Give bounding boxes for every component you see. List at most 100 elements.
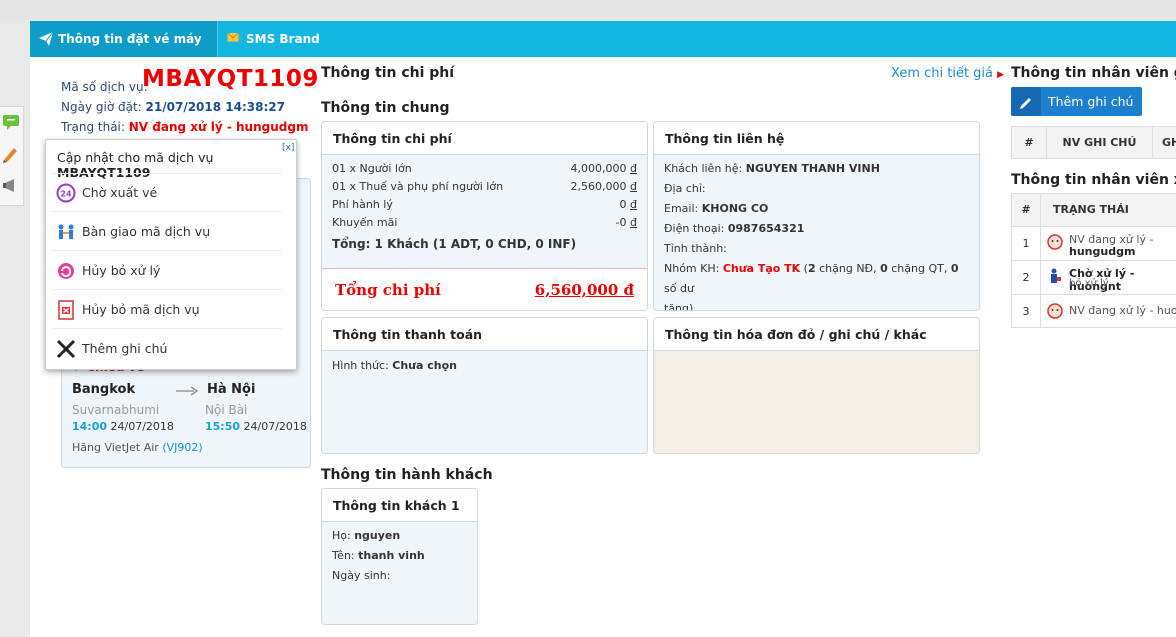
busy-face-icon	[1047, 303, 1063, 319]
row-num: 2	[1012, 261, 1041, 295]
chat-icon[interactable]	[2, 113, 20, 131]
departure: 14:00 24/07/2018	[72, 420, 174, 433]
from-airport: Suvarnabhumi	[72, 403, 160, 417]
total-cost-label: Tổng chi phí	[335, 281, 441, 299]
group-balance-count: 0	[950, 262, 959, 275]
invoice-card-title: Thông tin hóa đơn đỏ / ghi chú / khác	[654, 318, 979, 351]
contact-name-row: Khách liên hệ: NGUYEN THANH VINH	[664, 159, 969, 179]
dep-date: 24/07/2018	[110, 420, 174, 433]
notes-col-staff: NV GHI CHÚ	[1047, 127, 1153, 158]
price-detail-label: Xem chi tiết giá	[891, 66, 994, 81]
megaphone-icon[interactable]	[2, 177, 20, 195]
arr-time: 15:50	[205, 420, 241, 433]
service-code-label: Mã số dịch vụ:	[61, 80, 148, 94]
contact-phone-row: Điện thoại: 0987654321	[664, 219, 969, 239]
contact-province-row: Tỉnh thành:	[664, 239, 969, 259]
payment-method-label: Hình thức:	[332, 359, 389, 372]
total-passengers: Tổng: 1 Khách (1 ADT, 0 CHD, 0 INF)	[332, 237, 577, 251]
to-airport: Nội Bài	[205, 403, 248, 417]
menu-cancel-service[interactable]: Hủy bỏ mã dịch vụ	[52, 290, 282, 329]
cost-card-title: Thông tin chi phí	[322, 122, 647, 155]
contact-group-label: Nhóm KH:	[664, 262, 720, 275]
arrow-right-icon	[176, 384, 199, 398]
handover-icon	[58, 224, 74, 239]
contact-province-label: Tỉnh thành:	[664, 242, 727, 255]
cost-lines: 01 x Người lớn 4,000,000 đ 01 x Thuế và p…	[322, 155, 647, 268]
payment-body: Hình thức: Chưa chọn	[322, 351, 647, 453]
tab-flight-booking[interactable]: Thông tin đặt vé máy bay	[30, 21, 218, 82]
invoice-card: Thông tin hóa đơn đỏ / ghi chú / khác	[653, 317, 980, 454]
airline: Hãng VietJet Air (VJ902)	[72, 441, 203, 454]
table-row: 2 Chờ xử lý - huongnt bỏ xử lý	[1012, 261, 1176, 295]
edit-tools-icon[interactable]	[2, 145, 20, 163]
passenger-first-row: Tên: thanh vinh	[332, 546, 467, 566]
flight-number[interactable]: (VJ902)	[162, 441, 202, 454]
cost-line-value: 4,000,000 đ	[570, 162, 637, 175]
order-date: 21/07/2018 14:38:27	[145, 100, 285, 114]
cost-line-label: 01 x Người lớn	[332, 162, 412, 175]
update-popup: Cập nhật cho mã dịch vụ MBAYQT1109 [x] 2…	[45, 139, 297, 370]
row-user: bỏ xử lý	[1069, 278, 1109, 289]
pencil-icon	[1011, 87, 1041, 116]
contact-card-title: Thông tin liên hệ	[654, 122, 979, 155]
table-row: 1 NV đang xử lý - hungudgm	[1012, 227, 1176, 261]
add-note-button[interactable]: Thêm ghi chú	[1011, 87, 1142, 116]
tab-sms-brand[interactable]: SMS Brand Name	[218, 21, 358, 82]
arrival: 15:50 24/07/2018	[205, 420, 307, 433]
passenger-body: Họ: nguyen Tên: thanh vinh Ngày sinh:	[322, 522, 477, 624]
cost-line: Phí hành lý 0 đ	[332, 196, 637, 214]
menu-cancel-service-label: Hủy bỏ mã dịch vụ	[82, 302, 200, 317]
notes-col-extra: GH	[1162, 136, 1176, 149]
menu-cancel-processing[interactable]: Hủy bỏ xử lý	[52, 251, 282, 290]
service-code: MBAYQT1109	[142, 66, 319, 92]
table-row: 3 NV đang xử lý - huon	[1012, 295, 1176, 328]
cost-line-value: 2,560,000 đ	[570, 180, 637, 193]
cost-line-label: Phí hành lý	[332, 198, 393, 211]
row-num: 1	[1012, 227, 1041, 261]
passenger-card-title: Thông tin khách 1	[322, 489, 477, 522]
service-code-row: Mã số dịch vụ:	[61, 80, 148, 94]
total-cost-value: 6,560,000 đ	[534, 281, 634, 299]
row-user: hungudgm	[1069, 245, 1136, 258]
passenger-first: thanh vinh	[358, 549, 425, 562]
group-domestic-count: 2	[807, 262, 816, 275]
general-info-title: Thông tin chung	[321, 100, 450, 116]
menu-handover-label: Bàn giao mã dịch vụ	[82, 224, 211, 239]
payment-card-title: Thông tin thanh toán	[322, 318, 647, 351]
recycle-icon	[58, 263, 74, 279]
person-wait-icon	[1048, 268, 1062, 284]
cost-line: 01 x Người lớn 4,000,000 đ	[332, 160, 637, 178]
passenger-card: Thông tin khách 1 Họ: nguyen Tên: thanh …	[321, 488, 478, 625]
busy-face-icon	[1047, 234, 1063, 250]
passenger-dob-label: Ngày sinh:	[332, 569, 391, 582]
cost-line-label: Khuyến mãi	[332, 216, 398, 229]
group-intl-text: chặng QT,	[887, 262, 951, 275]
passenger-last: nguyen	[354, 529, 401, 542]
process-col-status: TRẠNG THÁI	[1053, 203, 1129, 216]
contact-card: Thông tin liên hệ Khách liên hệ: NGUYEN …	[653, 121, 980, 311]
menu-handover[interactable]: Bàn giao mã dịch vụ	[52, 212, 282, 251]
price-detail-link[interactable]: Xem chi tiết giá ▶	[891, 66, 1004, 81]
popup-close-button[interactable]: [x]	[282, 143, 294, 153]
invoice-body	[654, 351, 979, 453]
cost-line-label: 01 x Thuế và phụ phí người lớn	[332, 180, 504, 193]
menu-wait-ticket[interactable]: 24 Chờ xuất vé	[52, 173, 282, 212]
row-num: 3	[1012, 295, 1041, 328]
cost-line-value: 0 đ	[619, 198, 637, 211]
clock-24-icon: 24	[56, 183, 76, 203]
add-note-label: Thêm ghi chú	[1048, 94, 1134, 109]
group-intl-count: 0	[880, 262, 888, 275]
menu-add-note[interactable]: Thêm ghi chú	[52, 329, 282, 368]
order-date-row: Ngày giờ đặt: 21/07/2018 14:38:27	[61, 100, 285, 114]
svg-text:24: 24	[60, 190, 72, 199]
passenger-dob-row: Ngày sinh:	[332, 566, 467, 586]
flight-to: Hà Nội	[207, 382, 256, 397]
cost-line: 01 x Thuế và phụ phí người lớn 2,560,000 …	[332, 178, 637, 196]
side-tools	[0, 106, 24, 206]
process-col-num: #	[1012, 194, 1041, 226]
menu-add-note-label: Thêm ghi chú	[82, 341, 168, 356]
contact-group-cont: tặng)	[664, 302, 694, 311]
contact-email-label: Email:	[664, 202, 699, 215]
order-date-label: Ngày giờ đặt:	[61, 100, 142, 114]
cost-section-title: Thông tin chi phí	[321, 65, 455, 81]
